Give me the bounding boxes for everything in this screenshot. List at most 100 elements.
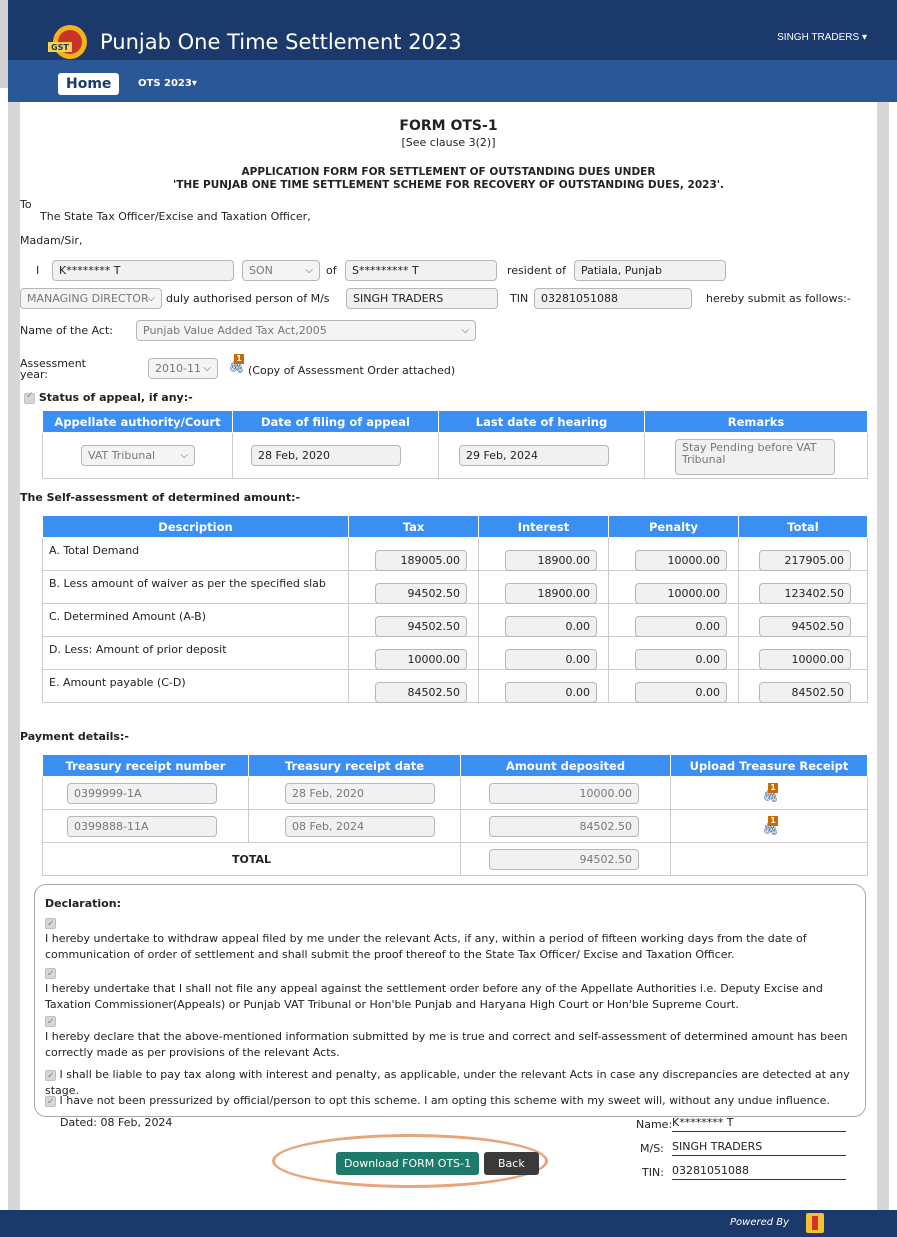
receipt-date-field[interactable]: 08 Feb, 2024 bbox=[285, 815, 435, 837]
authorised-label: duly authorised person of M/s bbox=[166, 292, 330, 305]
relation-select[interactable]: SON ⌵ bbox=[242, 260, 320, 281]
applicant-name-field[interactable]: K******** T bbox=[52, 260, 234, 281]
self-assessment-table: Description Tax Interest Penalty Total A… bbox=[42, 515, 868, 703]
sa-interest-field[interactable]: 0.00 bbox=[505, 681, 597, 703]
tin-field[interactable]: 03281051088 bbox=[534, 288, 692, 309]
salutation: Madam/Sir, bbox=[20, 234, 83, 247]
i-label: I bbox=[36, 264, 40, 277]
sa-interest-field[interactable]: 0.00 bbox=[505, 615, 597, 637]
app-title: Punjab One Time Settlement 2023 bbox=[100, 30, 462, 54]
amount-field[interactable]: 10000.00 bbox=[489, 782, 639, 804]
sa-penalty-field[interactable]: 0.00 bbox=[635, 648, 727, 670]
filing-date-field[interactable]: 28 Feb, 2020 bbox=[251, 445, 401, 466]
application-heading: APPLICATION FORM FOR SETTLEMENT OF OUTST… bbox=[20, 166, 877, 192]
father-name-field[interactable]: S********* T bbox=[345, 260, 497, 281]
declaration-text: I have not been pressurized by official/… bbox=[59, 1094, 830, 1107]
user-menu[interactable]: SINGH TRADERS ▾ bbox=[777, 32, 867, 43]
authority-select[interactable]: VAT Tribunal ⌵ bbox=[81, 445, 195, 466]
declaration-box: Declaration: I hereby undertake to withd… bbox=[34, 884, 866, 1117]
sa-total-field[interactable]: 217905.00 bbox=[759, 549, 851, 571]
of-label: of bbox=[326, 264, 337, 277]
declaration-checkbox[interactable] bbox=[45, 916, 56, 932]
paperclip-icon[interactable]: 🖇 1 bbox=[762, 815, 779, 837]
sa-interest-field[interactable]: 0.00 bbox=[505, 648, 597, 670]
declaration-checkbox[interactable] bbox=[45, 1068, 56, 1084]
nav-ots-dropdown[interactable]: OTS 2023▾ bbox=[138, 78, 197, 89]
download-form-button[interactable]: Download FORM OTS-1 bbox=[336, 1152, 480, 1175]
appeal-authority-cell: VAT Tribunal ⌵ bbox=[42, 432, 233, 479]
sa-interest-field[interactable]: 18900.00 bbox=[505, 582, 597, 604]
firm-name-field[interactable]: SINGH TRADERS bbox=[346, 288, 498, 309]
receipt-number-field[interactable]: 0399888-11A bbox=[67, 815, 217, 837]
sa-tax-field[interactable]: 84502.50 bbox=[375, 681, 467, 703]
sa-penalty-field[interactable]: 0.00 bbox=[635, 681, 727, 703]
sa-desc: E. Amount payable (C-D) bbox=[42, 669, 349, 703]
heading-line-1: APPLICATION FORM FOR SETTLEMENT OF OUTST… bbox=[241, 166, 656, 178]
declaration-checkbox[interactable] bbox=[45, 1094, 56, 1110]
declaration-checkbox[interactable] bbox=[45, 1014, 56, 1030]
upload-cell: 🖇 1 bbox=[670, 809, 868, 843]
ms-label: M/S: bbox=[640, 1142, 664, 1155]
chevron-down-icon: ⌵ bbox=[461, 325, 469, 336]
sa-total-field[interactable]: 123402.50 bbox=[759, 582, 851, 604]
receipt-number-field[interactable]: 0399999-1A bbox=[67, 782, 217, 804]
heading-line-2: 'THE PUNJAB ONE TIME SETTLEMENT SCHEME F… bbox=[173, 179, 724, 191]
assessment-label-line2: year: bbox=[20, 368, 49, 381]
tin-sig-label: TIN: bbox=[642, 1166, 664, 1179]
sa-total-field[interactable]: 94502.50 bbox=[759, 615, 851, 637]
sa-tax-field[interactable]: 10000.00 bbox=[375, 648, 467, 670]
act-select[interactable]: Punjab Value Added Tax Act,2005 ⌵ bbox=[136, 320, 476, 341]
sa-penalty-field[interactable]: 10000.00 bbox=[635, 549, 727, 571]
attachment-count-badge: 1 bbox=[768, 782, 778, 793]
resident-label: resident of bbox=[507, 264, 566, 277]
upload-cell: 🖇 1 bbox=[670, 776, 868, 810]
sa-tax-field[interactable]: 94502.50 bbox=[375, 615, 467, 637]
appeal-status-label: Status of appeal, if any:- bbox=[38, 391, 193, 404]
chevron-down-icon: ⌵ bbox=[147, 293, 155, 304]
appeal-header: Date of filing of appeal bbox=[232, 410, 439, 433]
remarks-textarea[interactable]: Stay Pending before VAT Tribunal bbox=[675, 439, 835, 475]
assessment-year-value: 2010-11 bbox=[155, 362, 201, 375]
residence-field[interactable]: Patiala, Punjab bbox=[574, 260, 726, 281]
back-button[interactable]: Back bbox=[484, 1152, 539, 1175]
sa-penalty-field[interactable]: 10000.00 bbox=[635, 582, 727, 604]
appeal-filing-cell: 28 Feb, 2020 bbox=[232, 432, 439, 479]
table-row: A. Total Demand 189005.00 18900.00 10000… bbox=[42, 537, 868, 571]
declaration-checkbox[interactable] bbox=[45, 966, 56, 982]
sa-tax-field[interactable]: 94502.50 bbox=[375, 582, 467, 604]
designation-select[interactable]: MANAGING DIRECTOR ⌵ bbox=[20, 288, 162, 309]
paperclip-icon: 🖇 1 bbox=[228, 354, 245, 375]
assessment-year-select[interactable]: 2010-11 ⌵ bbox=[148, 358, 218, 379]
sa-penalty-field[interactable]: 0.00 bbox=[635, 615, 727, 637]
appeal-header: Remarks bbox=[644, 410, 868, 433]
payment-header: Amount deposited bbox=[460, 754, 671, 777]
tin-label: TIN bbox=[510, 292, 529, 305]
brand[interactable]: GST Punjab One Time Settlement 2023 bbox=[42, 20, 462, 64]
total-amount-field[interactable]: 94502.50 bbox=[489, 848, 639, 870]
payment-table: Treasury receipt number Treasury receipt… bbox=[42, 754, 868, 876]
receipt-date-field[interactable]: 28 Feb, 2020 bbox=[285, 782, 435, 804]
assessment-note: (Copy of Assessment Order attached) bbox=[248, 364, 456, 377]
sa-header: Penalty bbox=[608, 515, 739, 538]
sa-tax-field[interactable]: 189005.00 bbox=[375, 549, 467, 571]
sa-interest-field[interactable]: 18900.00 bbox=[505, 549, 597, 571]
table-row: 0399888-11A 08 Feb, 2024 84502.50 🖇 1 bbox=[42, 809, 868, 843]
paperclip-icon[interactable]: 🖇 1 bbox=[762, 782, 779, 804]
declaration-item: I hereby undertake that I shall not file… bbox=[45, 965, 855, 1013]
sa-total-field[interactable]: 84502.50 bbox=[759, 681, 851, 703]
assessment-attachment[interactable]: 🖇 1 bbox=[228, 354, 245, 375]
svg-text:GST: GST bbox=[51, 43, 69, 52]
declaration-item: I have not been pressurized by official/… bbox=[45, 1093, 855, 1110]
payment-header: Upload Treasure Receipt bbox=[670, 754, 868, 777]
footer: Powered By bbox=[0, 1210, 897, 1237]
signature-name: K******** T bbox=[672, 1116, 846, 1132]
appeal-status-checkbox[interactable] bbox=[24, 391, 35, 404]
chevron-down-icon: ⌵ bbox=[203, 363, 211, 374]
amount-field[interactable]: 84502.50 bbox=[489, 815, 639, 837]
nav-home[interactable]: Home bbox=[58, 73, 120, 95]
hearing-date-field[interactable]: 29 Feb, 2024 bbox=[459, 445, 609, 466]
sa-total-field[interactable]: 10000.00 bbox=[759, 648, 851, 670]
declaration-item: I hereby undertake to withdraw appeal fi… bbox=[45, 915, 855, 963]
sa-header: Description bbox=[42, 515, 349, 538]
sa-desc: A. Total Demand bbox=[42, 537, 349, 571]
